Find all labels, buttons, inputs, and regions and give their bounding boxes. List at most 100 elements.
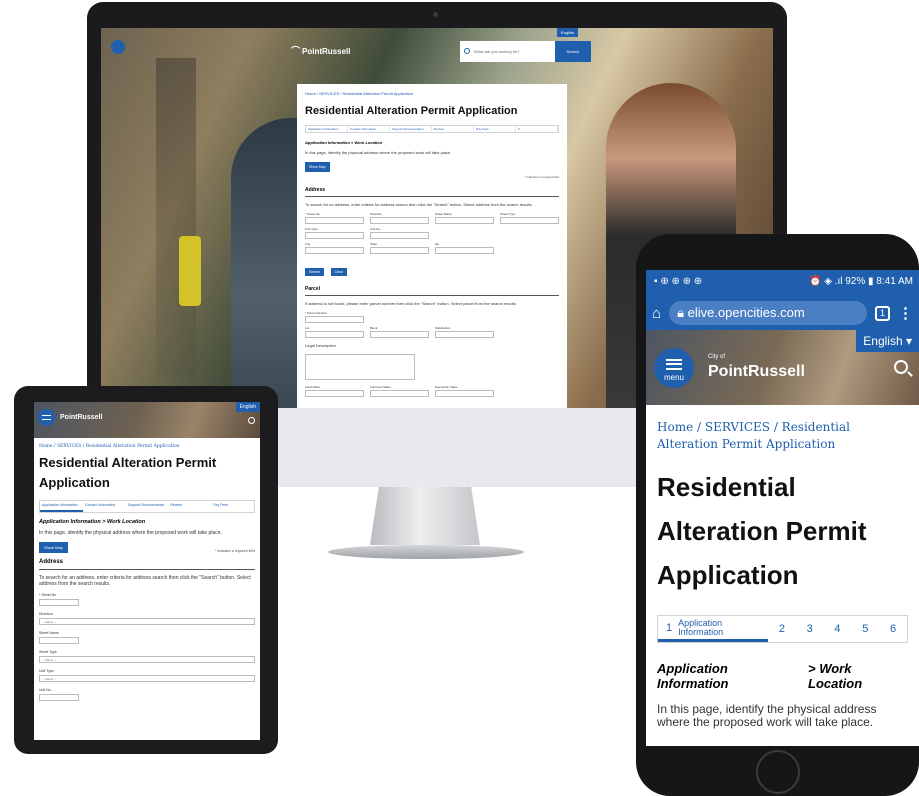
parcel-heading: Parcel (305, 286, 559, 296)
intro-text: In this page, identify the physical addr… (657, 702, 877, 729)
land-value-field[interactable]: Land Value (305, 385, 364, 397)
home-button[interactable] (756, 750, 800, 794)
required-note: * Indicates a required field (214, 549, 255, 553)
browser-toolbar: ⌂ 🔒︎ elive.opencities.com 1 ⋮ (646, 296, 919, 330)
language-selector[interactable]: English (235, 402, 260, 412)
section-subtitle: Application Information > Work Location (657, 661, 908, 691)
step-4[interactable]: Review (432, 126, 474, 132)
address-help: To search for an address, enter criteria… (39, 575, 251, 587)
street-no-input[interactable] (39, 599, 79, 606)
zip-field[interactable]: Zip (435, 242, 494, 254)
lot-field[interactable]: Lot (305, 326, 364, 338)
page-title: Residential Alteration Permit Applicatio… (657, 472, 867, 590)
unit-type-select[interactable]: -- Select -- (39, 675, 255, 682)
unit-no-field[interactable]: Unit No. (370, 227, 429, 239)
step-progress: Application Information Contact Informat… (39, 500, 255, 513)
language-selector[interactable]: English ▾ (856, 330, 919, 352)
status-bar: ▪ ⊕ ⊕ ⊕ ⊕ ⏰ ◈ .ıl 92% ▮ 8:41 AM (646, 270, 919, 296)
breadcrumb[interactable]: Home / SERVICES / Residential Alteration… (305, 91, 559, 96)
breadcrumb[interactable]: Home / SERVICES / Residential Alteration… (39, 444, 255, 449)
subdivision-field[interactable]: Subdivision (435, 326, 494, 338)
step-6[interactable]: 6 (879, 623, 907, 635)
street-name-input[interactable] (39, 637, 79, 644)
step-2[interactable]: Contact Information (348, 126, 390, 132)
address-actions: Search Clear (305, 260, 559, 278)
step-5[interactable]: Pay Fees (211, 501, 254, 512)
url-text: elive.opencities.com (687, 305, 805, 320)
caret-down-icon: ▾ (905, 334, 912, 348)
site-logo[interactable]: PointRussell (60, 414, 102, 421)
form-panel: Home / SERVICES / Residential Alteration… (297, 84, 567, 408)
step-3[interactable]: Support Documentation (126, 501, 169, 512)
background-yellow-bin (179, 236, 201, 306)
step-1[interactable]: 1 Application Information (658, 616, 768, 642)
step-3[interactable]: Support Documentation (390, 126, 432, 132)
direction-field[interactable]: Direction (370, 212, 429, 224)
site-logo[interactable]: PointRussell (708, 363, 805, 381)
unit-no-input[interactable] (39, 694, 79, 701)
unit-type-field[interactable]: Unit Type (305, 227, 364, 239)
step-1[interactable]: Application Information (306, 126, 348, 132)
address-help: To search for an address, enter criteria… (305, 202, 533, 207)
street-no-label: * Street No. (39, 593, 58, 597)
background-lamp-post (156, 58, 196, 378)
section-right: > Work Location (808, 661, 863, 691)
language-selector[interactable]: English (557, 28, 579, 37)
search-icon[interactable] (248, 417, 255, 424)
logo-city-of: City of (708, 354, 726, 360)
tabs-count-icon[interactable]: 1 (875, 305, 890, 321)
parcel-number-field[interactable]: * Parcel Number (305, 311, 364, 323)
step-5[interactable]: 5 (851, 623, 879, 635)
search-input[interactable]: What are you looking for? (460, 41, 555, 62)
street-type-select[interactable]: -- Select -- (39, 656, 255, 663)
exemption-value-field[interactable]: Exemption Value (435, 385, 494, 397)
address-bar[interactable]: 🔒︎ elive.opencities.com (669, 301, 867, 325)
home-icon[interactable]: ⌂ (652, 305, 661, 322)
menu-button[interactable]: menu (654, 348, 694, 388)
menu-button[interactable] (111, 40, 125, 54)
city-field[interactable]: City (305, 242, 364, 254)
street-type-field[interactable]: Street Type (500, 212, 559, 224)
unit-type-label: Unit Type (39, 669, 54, 673)
parcel-help: If address is not found, please enter pa… (305, 301, 517, 306)
block-field[interactable]: Block (370, 326, 429, 338)
street-name-field[interactable]: Street Name (435, 212, 494, 224)
menu-icon[interactable] (38, 409, 55, 426)
phone-device: ▪ ⊕ ⊕ ⊕ ⊕ ⏰ ◈ .ıl 92% ▮ 8:41 AM ⌂ 🔒︎ eli… (636, 234, 919, 796)
step-1[interactable]: Application Information (40, 501, 83, 512)
improved-value-field[interactable]: Improved Value (370, 385, 429, 397)
address-heading: Address (305, 187, 559, 197)
step-2[interactable]: 2 (768, 623, 796, 635)
status-notifications: ▪ ⊕ ⊕ ⊕ ⊕ (654, 276, 703, 287)
legal-description-label: Legal Description (305, 343, 336, 348)
step-3[interactable]: 3 (796, 623, 824, 635)
site-logo[interactable]: ⌒ PointRussell (291, 44, 350, 57)
logo-icon: ⌒ (291, 46, 301, 56)
show-map-button[interactable]: Show Map (39, 542, 68, 553)
search-button[interactable]: Search (555, 41, 591, 62)
step-4[interactable]: 4 (824, 623, 852, 635)
step-2[interactable]: Contact Information (83, 501, 126, 512)
state-field[interactable]: State (370, 242, 429, 254)
street-no-field[interactable]: * Street No. (305, 212, 364, 224)
legal-description-textarea[interactable] (305, 354, 415, 380)
monitor-foot (328, 545, 524, 559)
search-icon[interactable] (894, 360, 908, 374)
direction-select[interactable]: -- Select -- (39, 618, 255, 625)
section-subtitle: Application Information > Work Location (39, 519, 146, 525)
search-address-button[interactable]: Search (305, 268, 325, 276)
breadcrumb[interactable]: Home / SERVICES / Residential Alteration… (657, 419, 908, 453)
direction-label: Direction (39, 612, 53, 616)
tablet-device: PointRussell English Home / SERVICES / R… (14, 386, 278, 754)
address-heading: Address (39, 559, 255, 570)
overflow-menu-icon[interactable]: ⋮ (898, 304, 913, 322)
intro-text: In this page, identify the physical addr… (39, 530, 222, 536)
step-5[interactable]: Pay Fees (474, 126, 516, 132)
section-left: Application Information (657, 661, 729, 691)
show-map-button[interactable]: Show Map (305, 162, 330, 172)
address-fields: * Street No. Direction Street Name Stree… (305, 212, 559, 254)
clear-button[interactable]: Clear (330, 268, 347, 276)
required-note: * Indicates a required field (524, 175, 559, 179)
step-6[interactable]: 6 (516, 126, 558, 132)
step-4[interactable]: Review (168, 501, 211, 512)
